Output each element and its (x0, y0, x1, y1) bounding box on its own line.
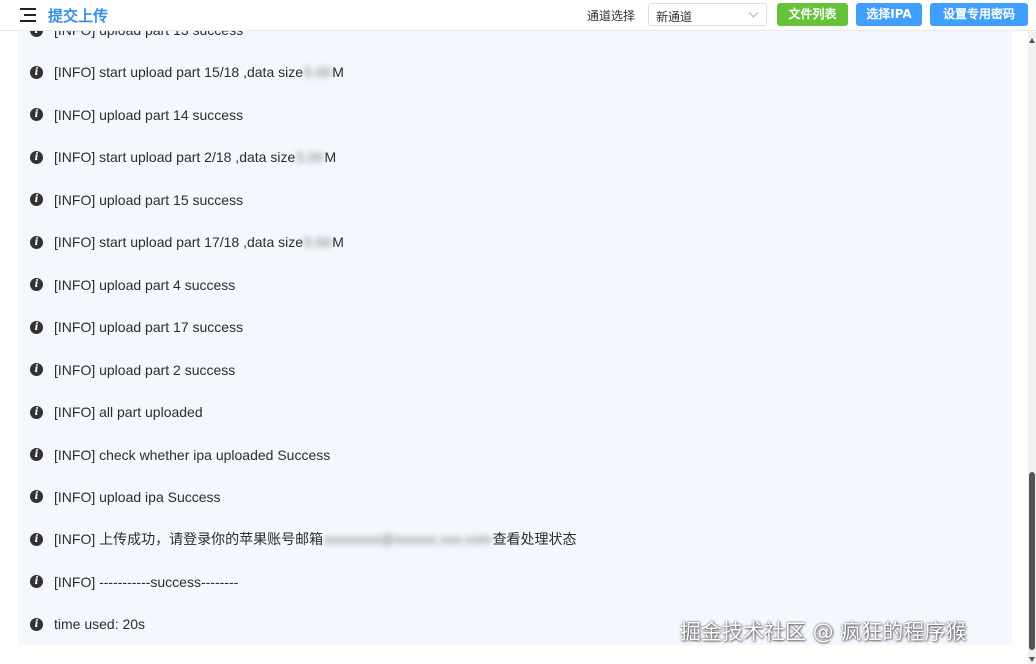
info-icon: i (30, 31, 43, 37)
log-line: i [INFO] start upload part 15/18 ,data si… (30, 62, 344, 82)
log-line: i [INFO] start upload part 17/18 ,data si… (30, 232, 344, 252)
log-line: i [INFO] 上传成功，请登录你的苹果账号邮箱 xxxxxxxx@xxxxxx.… (30, 529, 577, 549)
info-icon: i (30, 193, 43, 207)
log-line: i [INFO] upload part 2 success (30, 360, 235, 380)
info-icon: i (30, 235, 43, 249)
redacted-text: 5.00 (296, 149, 324, 166)
log-text-suffix: M (332, 64, 344, 81)
page-title: 提交上传 (48, 7, 109, 25)
log-line: i [INFO] upload ipa Success (30, 487, 221, 507)
redacted-text: xxxxxxxx@xxxxxx.xxx.com (324, 531, 492, 548)
info-icon: i (30, 108, 43, 122)
info-icon: i (30, 150, 43, 164)
redacted-text: 5.00 (304, 234, 332, 251)
channel-select-label: 通道选择 (587, 9, 636, 23)
chevron-down-icon (748, 7, 759, 18)
log-line: i [INFO] upload part 13 success (30, 31, 243, 40)
log-panel: i [INFO] upload part 13 success i [INFO] st… (18, 31, 1012, 645)
log-text-suffix: M (332, 234, 344, 251)
info-icon: i (30, 65, 43, 79)
file-list-button[interactable]: 文件列表 (777, 3, 848, 26)
info-icon: i (30, 278, 43, 292)
info-icon: i (30, 490, 43, 504)
log-text-suffix: 查看处理状态 (492, 531, 577, 548)
log-text: [INFO] 上传成功，请登录你的苹果账号邮箱 (54, 531, 324, 548)
scrollbar-thumb[interactable] (1029, 472, 1035, 650)
log-line: i [INFO] all part uploaded (30, 402, 203, 422)
log-text: [INFO] start upload part 2/18 ,data size (54, 149, 296, 166)
log-line: i [INFO] start upload part 2/18 ,data siz… (30, 147, 336, 167)
watermark-text: 掘金技术社区 @ 疯狂的程序猴 (680, 620, 967, 644)
info-icon: i (30, 320, 43, 334)
log-line: i [INFO] upload part 17 success (30, 317, 243, 337)
log-text: [INFO] upload part 15 success (54, 191, 244, 208)
info-icon: i (30, 405, 43, 419)
info-icon: i (30, 617, 43, 631)
info-icon: i (30, 532, 43, 546)
log-text-suffix: M (324, 149, 337, 166)
select-ipa-button[interactable]: 选择IPA (856, 3, 922, 26)
log-text: [INFO] upload ipa Success (54, 488, 221, 505)
set-password-button[interactable]: 设置专用密码 (930, 3, 1028, 26)
channel-select-value: 新通道 (656, 10, 693, 24)
log-text: [INFO] upload part 17 success (54, 319, 244, 336)
log-text: [INFO] -----------success-------- (54, 573, 239, 590)
vertical-scrollbar[interactable] (1028, 32, 1036, 664)
log-text: [INFO] upload part 2 success (54, 361, 236, 378)
log-text: [INFO] start upload part 17/18 ,data siz… (54, 234, 304, 251)
log-line: i [INFO] upload part 4 success (30, 275, 235, 295)
log-line: i [INFO] -----------success-------- (30, 572, 238, 592)
log-text: [INFO] upload part 14 success (54, 106, 244, 123)
info-icon: i (30, 448, 43, 461)
log-line: i [INFO] upload part 15 success (30, 190, 243, 210)
info-icon: i (30, 363, 43, 377)
log-text: time used: 20s (54, 616, 146, 633)
log-line: i [INFO] check whether ipa uploaded Succe… (30, 445, 330, 465)
log-text: [INFO] check whether ipa uploaded Succes… (54, 446, 331, 463)
log-text: [INFO] upload part 13 success (54, 31, 243, 38)
log-line: i time used: 20s (30, 614, 145, 634)
info-icon: i (30, 575, 43, 589)
scroll-down-arrow-icon[interactable] (1029, 657, 1035, 662)
channel-select[interactable]: 新通道 (648, 3, 767, 26)
hamburger-menu-icon[interactable] (20, 8, 36, 22)
scroll-up-arrow-icon[interactable] (1029, 38, 1035, 43)
log-text: [INFO] upload part 4 success (54, 276, 236, 293)
top-header: 提交上传 通道选择 新通道 文件列表 选择IPA 设置专用密码 (0, 0, 1036, 31)
log-text: [INFO] all part uploaded (54, 404, 203, 421)
log-text: [INFO] start upload part 15/18 ,data siz… (54, 64, 304, 81)
redacted-text: 5.00 (304, 64, 332, 81)
log-line: i [INFO] upload part 14 success (30, 105, 243, 125)
